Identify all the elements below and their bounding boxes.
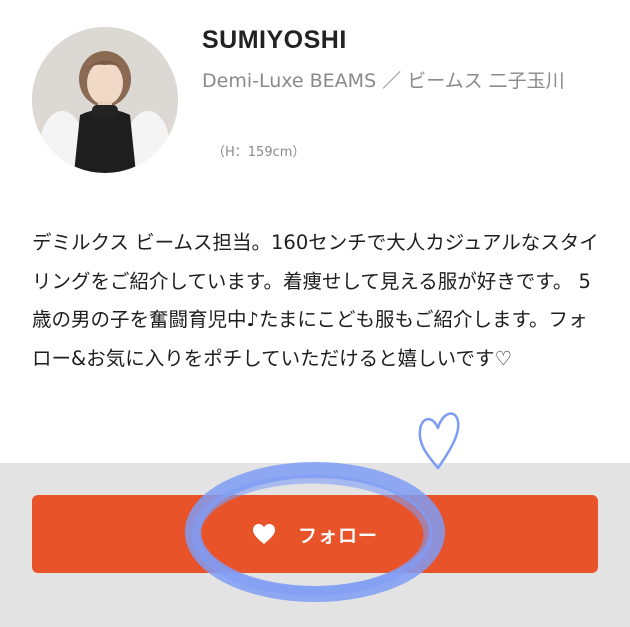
user-height: （H：159cm）	[212, 145, 306, 160]
profile-bio: デミルクス ビームス担当。160センチで大人カジュアルなスタイリングをご紹介して…	[32, 231, 599, 370]
profile-page: SUMIYOSHI Demi-Luxe BEAMS ／ ビームス 二子玉川 （H…	[0, 0, 630, 627]
shop-name[interactable]: Demi-Luxe BEAMS ／ ビームス 二子玉川	[202, 66, 602, 97]
avatar[interactable]	[32, 27, 178, 173]
avatar-photo	[32, 27, 178, 173]
heart-icon	[252, 523, 276, 545]
follow-label: フォロー	[297, 524, 378, 547]
user-name: SUMIYOSHI	[202, 26, 347, 54]
follow-button[interactable]: フォロー	[32, 495, 598, 573]
